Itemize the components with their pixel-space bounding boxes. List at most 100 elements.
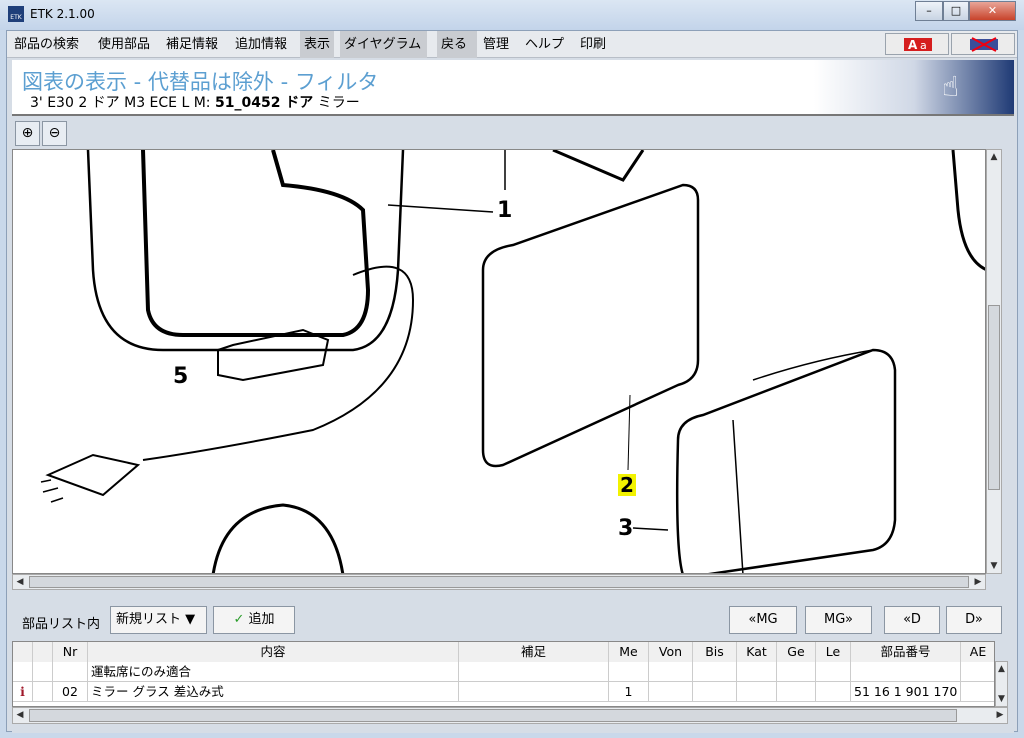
cell-description: ミラー グラス 差込み式 (88, 682, 459, 702)
svg-text:a: a (920, 39, 927, 52)
cell-nr (53, 662, 88, 682)
menu-part-search[interactable]: 部品の検索 (10, 31, 83, 58)
table-vertical-scrollbar[interactable]: ▲ ▼ (995, 661, 1008, 707)
group-code: 51_0452 ドア (214, 95, 314, 111)
cell-bis (693, 682, 737, 702)
add-button[interactable]: ✓ 追加 (213, 606, 295, 634)
minimize-button[interactable]: – (915, 1, 943, 21)
menu-diagram[interactable]: ダイヤグラム (340, 31, 428, 58)
cell-le (816, 682, 851, 702)
vehicle-reset-button[interactable] (951, 33, 1015, 55)
close-button[interactable]: ✕ (969, 1, 1016, 21)
scroll-down-icon[interactable]: ▼ (996, 692, 1007, 706)
diagram-vertical-scrollbar[interactable]: ▲ ▼ (986, 149, 1002, 574)
next-d-button[interactable]: D» (946, 606, 1002, 634)
language-button[interactable]: Aa (885, 33, 949, 55)
cell-flag (33, 662, 53, 682)
prev-mg-button[interactable]: «MG (729, 606, 797, 634)
svg-text:A: A (908, 38, 918, 52)
mirror-housing (86, 150, 405, 352)
parts-list-label: 部品リスト内 (22, 617, 101, 632)
app-icon: ETK (8, 6, 24, 22)
table-row[interactable]: 運転席にのみ適合 (13, 662, 994, 682)
cell-bis (693, 662, 737, 682)
chevron-down-icon: ▼ (185, 612, 196, 627)
menu-additional-info[interactable]: 追加情報 (231, 31, 291, 58)
menu-used-parts[interactable]: 使用部品 (94, 31, 154, 58)
cell-supplement (459, 682, 609, 702)
next-mg-button[interactable]: MG» (805, 606, 872, 634)
scroll-right-icon[interactable]: ▶ (993, 708, 1007, 722)
scroll-right-icon[interactable]: ▶ (971, 575, 985, 589)
menu-bar: 部品の検索 使用部品 補足情報 追加情報 表示 ダイヤグラム 戻る 管理 ヘルプ… (7, 31, 1017, 58)
parts-diagram[interactable]: 1 2 3 5 (12, 149, 986, 574)
menu-help[interactable]: ヘルプ (521, 31, 568, 58)
scroll-left-icon[interactable]: ◀ (13, 575, 27, 589)
menu-back[interactable]: 戻る (437, 31, 478, 58)
table-horizontal-scrollbar[interactable]: ◀ ▶ (12, 707, 1008, 724)
cell-ae (961, 682, 994, 702)
table-row[interactable]: i 02 ミラー グラス 差込み式 1 51 16 1 901 170 (13, 682, 994, 702)
cell-description: 運転席にのみ適合 (88, 662, 459, 682)
col-info (13, 642, 33, 662)
cell-nr: 02 (53, 682, 88, 702)
prev-d-button[interactable]: «D (884, 606, 940, 634)
cell-supplement (459, 662, 609, 682)
scroll-up-icon[interactable]: ▲ (996, 662, 1007, 676)
callout-1[interactable]: 1 (497, 198, 512, 223)
add-label: 追加 (248, 612, 275, 627)
cell-von (649, 682, 693, 702)
cell-von (649, 662, 693, 682)
col-part-number[interactable]: 部品番号 (851, 642, 961, 662)
col-von[interactable]: Von (649, 642, 693, 662)
callout-2[interactable]: 2 (618, 474, 636, 496)
table-header: Nr 内容 補足 Me Von Bis Kat Ge Le 部品番号 AE (13, 642, 994, 662)
menu-admin[interactable]: 管理 (479, 31, 513, 58)
cell-kat (737, 682, 777, 702)
col-me[interactable]: Me (609, 642, 649, 662)
zoom-toolbar: ⊕ ⊖ (12, 118, 1002, 149)
cell-part-number: 51 16 1 901 170 (851, 682, 961, 702)
scroll-thumb[interactable] (988, 305, 1000, 490)
selected-list: 新規リスト (116, 612, 182, 627)
hand-cursor-icon: ☝ (942, 70, 960, 103)
group-name: ミラー (313, 95, 360, 111)
page-header: ☝ 図表の表示 - 代替品は除外 - フィルタ 3' E30 2 ドア M3 E… (12, 60, 1014, 116)
checkmark-icon: ✓ (233, 612, 245, 627)
zoom-out-icon[interactable]: ⊖ (42, 121, 67, 146)
col-ae[interactable]: AE (961, 642, 994, 662)
zoom-in-icon[interactable]: ⊕ (15, 121, 40, 146)
menu-supplement[interactable]: 補足情報 (162, 31, 222, 58)
parts-list-select[interactable]: 新規リスト ▼ (110, 606, 207, 634)
vehicle-subtitle: 3' E30 2 ドア M3 ECE L M: 51_0452 ドア ミラー (30, 92, 360, 112)
callout-3[interactable]: 3 (618, 516, 633, 541)
callout-5[interactable]: 5 (173, 364, 188, 389)
menu-print[interactable]: 印刷 (576, 31, 610, 58)
menu-view[interactable]: 表示 (300, 31, 335, 58)
col-nr[interactable]: Nr (53, 642, 88, 662)
col-kat[interactable]: Kat (737, 642, 777, 662)
col-description[interactable]: 内容 (88, 642, 459, 662)
col-bis[interactable]: Bis (693, 642, 737, 662)
maximize-button[interactable]: □ (943, 1, 969, 21)
window-title: ETK 2.1.00 (30, 7, 95, 21)
scroll-thumb[interactable] (29, 709, 957, 722)
col-supplement[interactable]: 補足 (459, 642, 609, 662)
cell-ge (777, 662, 816, 682)
scroll-down-icon[interactable]: ▼ (987, 559, 1001, 573)
info-icon[interactable]: i (13, 682, 33, 702)
scroll-thumb[interactable] (29, 576, 969, 588)
mirror-glass-heated (675, 348, 897, 573)
scroll-up-icon[interactable]: ▲ (987, 150, 1001, 164)
cell-ae (961, 662, 994, 682)
cell-info (13, 662, 33, 682)
cell-flag (33, 682, 53, 702)
cell-ge (777, 682, 816, 702)
diagram-horizontal-scrollbar[interactable]: ◀ ▶ (12, 574, 986, 590)
parts-table: Nr 内容 補足 Me Von Bis Kat Ge Le 部品番号 AE 運転… (12, 641, 995, 707)
cell-part-number (851, 662, 961, 682)
mirror-glass (481, 183, 700, 468)
col-le[interactable]: Le (816, 642, 851, 662)
scroll-left-icon[interactable]: ◀ (13, 708, 27, 722)
col-ge[interactable]: Ge (777, 642, 816, 662)
